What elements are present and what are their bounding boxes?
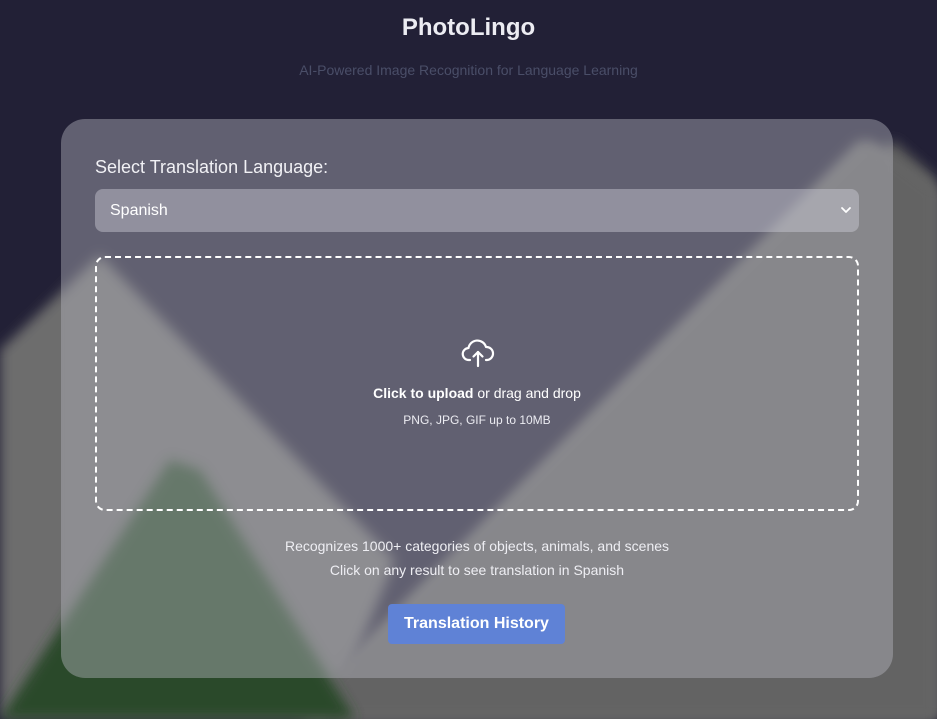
translation-info: Click on any result to see translation i… — [329, 562, 625, 578]
main-card: Select Translation Language: Spanish Cli… — [61, 119, 893, 678]
recognition-info: Recognizes 1000+ categories of objects, … — [284, 538, 670, 554]
language-select-value: Spanish — [110, 201, 168, 219]
translation-history-button[interactable]: Translation History — [388, 604, 565, 644]
upload-file-hint: PNG, JPG, GIF up to 10MB — [403, 413, 551, 427]
drag-drop-text: or drag and drop — [473, 385, 581, 401]
upload-instructions: Click to upload or drag and drop — [97, 385, 857, 401]
chevron-down-icon — [841, 207, 851, 213]
language-select[interactable]: Spanish — [95, 189, 859, 232]
cloud-upload-icon — [461, 339, 495, 368]
click-to-upload-link[interactable]: Click to upload — [373, 385, 473, 401]
app-title: PhotoLingo — [401, 14, 536, 41]
app-subtitle: AI-Powered Image Recognition for Languag… — [299, 62, 638, 78]
language-label: Select Translation Language: — [95, 157, 329, 177]
upload-dropzone[interactable]: Click to upload or drag and drop PNG, JP… — [95, 256, 859, 511]
